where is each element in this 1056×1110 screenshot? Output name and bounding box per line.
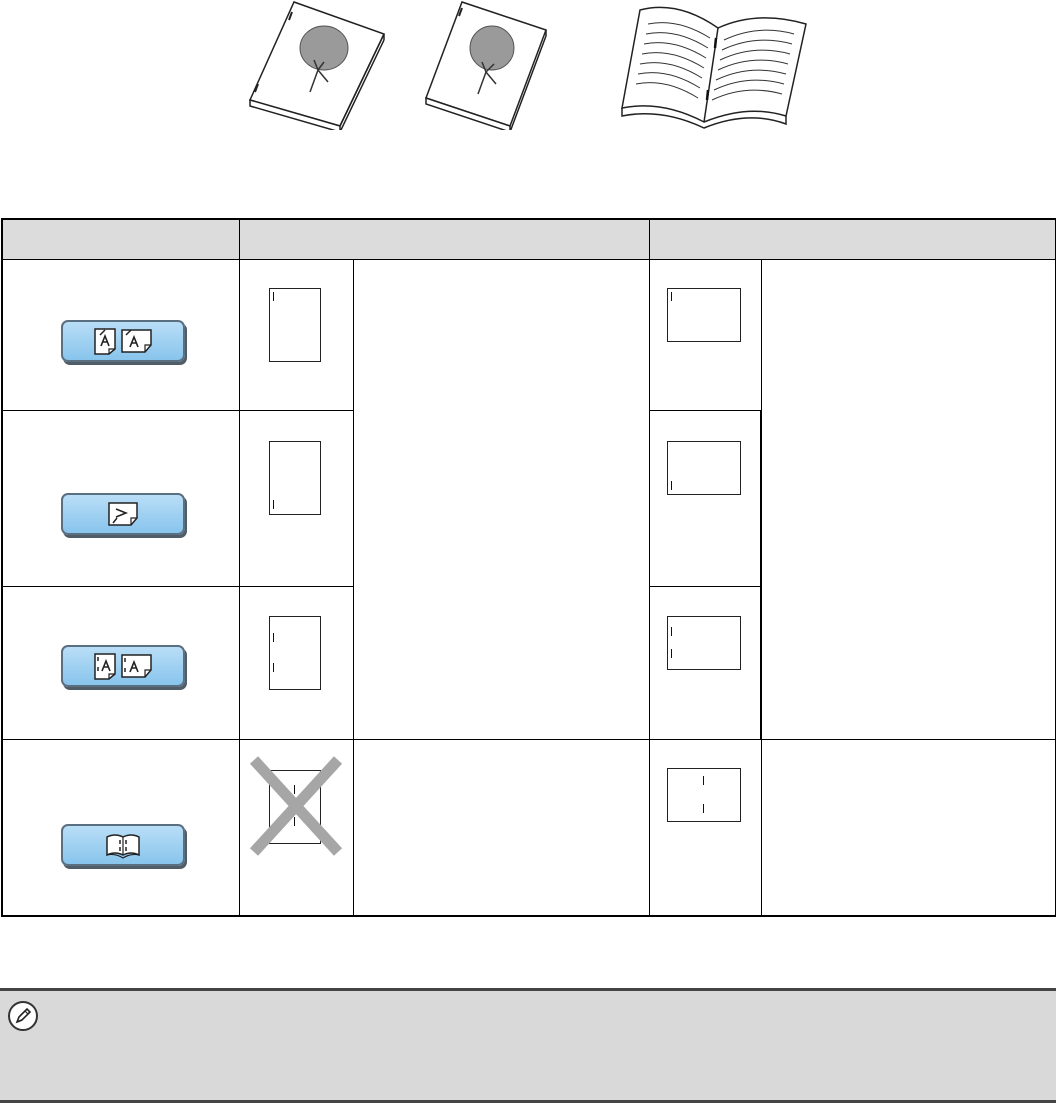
x-mark-icon [249, 756, 342, 856]
pencil-note-icon [8, 1001, 38, 1031]
staple-mark [702, 776, 704, 785]
header-cell [1, 218, 240, 260]
mode-cell [1, 586, 240, 740]
table-header-row [1, 218, 1056, 260]
page-thumbnail [666, 288, 741, 342]
output-description-cell [760, 259, 1056, 740]
saddle-stitch-icon [106, 834, 140, 859]
illustrations [0, 0, 1056, 140]
staple-mark [272, 292, 274, 301]
page-thumbnail [666, 768, 741, 822]
staple-mark [272, 663, 274, 672]
staple-mark [670, 292, 672, 301]
original-thumb-cell [238, 259, 354, 411]
table-row [1, 259, 1056, 740]
saddle-stitch-button[interactable] [61, 824, 185, 866]
output-thumb-cell [648, 410, 762, 587]
staple-one-corner-icon [108, 502, 138, 526]
original-thumb-cell [238, 586, 354, 740]
original-description-cell [352, 739, 650, 917]
page-thumbnail [268, 441, 321, 515]
page-thumbnail [268, 288, 321, 362]
note-box [0, 988, 1056, 1103]
header-cell [238, 218, 650, 260]
staple-one-button[interactable] [61, 320, 185, 362]
staple-one-corner-button[interactable] [61, 493, 185, 535]
mode-cell [1, 739, 240, 917]
staple-mode-table [1, 218, 1056, 917]
header-cell [648, 218, 1056, 260]
mode-cell [1, 410, 240, 587]
page-thumbnail [268, 616, 321, 690]
page-thumbnail [666, 616, 741, 670]
staple-mark [670, 649, 672, 658]
staple-mark [272, 633, 274, 642]
staple-two-icon [94, 653, 152, 680]
original-thumb-cell [238, 739, 354, 917]
stapled-document-icon [248, 1, 386, 130]
output-thumb-cell [648, 739, 762, 917]
table-row [1, 739, 1056, 917]
output-thumb-cell [648, 259, 762, 411]
staple-mark [670, 481, 672, 490]
original-thumb-cell [238, 410, 354, 587]
mode-cell [1, 259, 240, 411]
output-thumb-cell [648, 586, 762, 740]
stapled-document-icon [425, 1, 547, 130]
staple-one-icon [94, 328, 152, 355]
output-description-cell [760, 739, 1056, 917]
staple-mark [272, 500, 274, 509]
staple-two-button[interactable] [61, 645, 185, 687]
page-thumbnail [666, 441, 741, 495]
staple-mark [670, 627, 672, 636]
open-booklet-icon [621, 6, 807, 129]
staple-mark [702, 804, 704, 813]
original-description-cell [352, 259, 650, 740]
